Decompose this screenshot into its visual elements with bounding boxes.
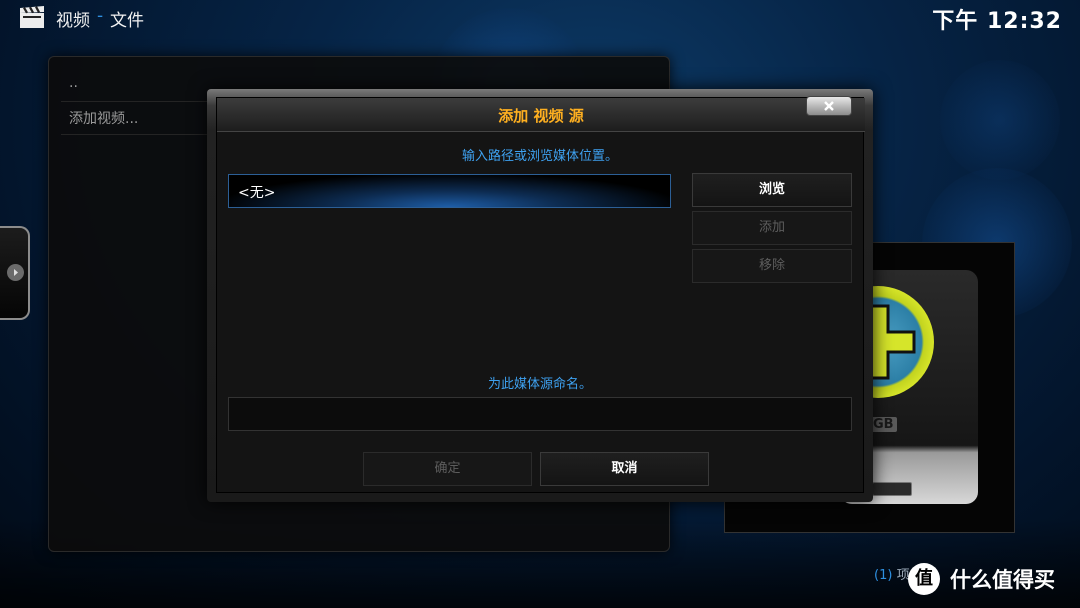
dialog-title: 添加 视频 源	[498, 107, 584, 125]
background-orb	[940, 60, 1060, 180]
watermark-logo: 值	[908, 563, 940, 595]
item-count-number: (1)	[874, 568, 893, 583]
list-item-label: 添加视频...	[69, 111, 139, 127]
source-path-value: <无>	[238, 185, 276, 201]
top-bar: 视频 - 文件 下午 12:32	[0, 0, 1080, 36]
add-path-button[interactable]: 添加	[692, 211, 852, 245]
clapperboard-icon	[18, 5, 46, 29]
path-prompt: 输入路径或浏览媒体位置。	[461, 149, 618, 164]
cancel-button[interactable]: 取消	[540, 452, 709, 486]
ok-button[interactable]: 确定	[363, 452, 532, 486]
close-icon	[824, 101, 834, 111]
breadcrumb-current: 文件	[110, 11, 144, 31]
browse-button[interactable]: 浏览	[692, 173, 852, 207]
watermark-text: 什么值得买	[950, 568, 1055, 592]
source-path-field[interactable]: <无>	[228, 174, 671, 208]
arrow-right-icon	[7, 264, 24, 281]
usb-port-icon	[872, 482, 912, 496]
list-item-label: ..	[69, 75, 78, 91]
side-menu-tab[interactable]	[0, 226, 30, 320]
close-button[interactable]	[806, 96, 852, 116]
dialog-titlebar: 添加 视频 源	[217, 98, 865, 132]
breadcrumb-separator: -	[97, 6, 104, 26]
item-count: (1) 项	[874, 564, 910, 583]
name-prompt: 为此媒体源命名。	[487, 377, 592, 392]
clock: 下午 12:32	[932, 9, 1062, 34]
source-name-field[interactable]	[228, 397, 852, 431]
drive-capacity-label: GB	[870, 417, 897, 432]
remove-path-button[interactable]: 移除	[692, 249, 852, 283]
section-title: 视频	[56, 11, 90, 31]
